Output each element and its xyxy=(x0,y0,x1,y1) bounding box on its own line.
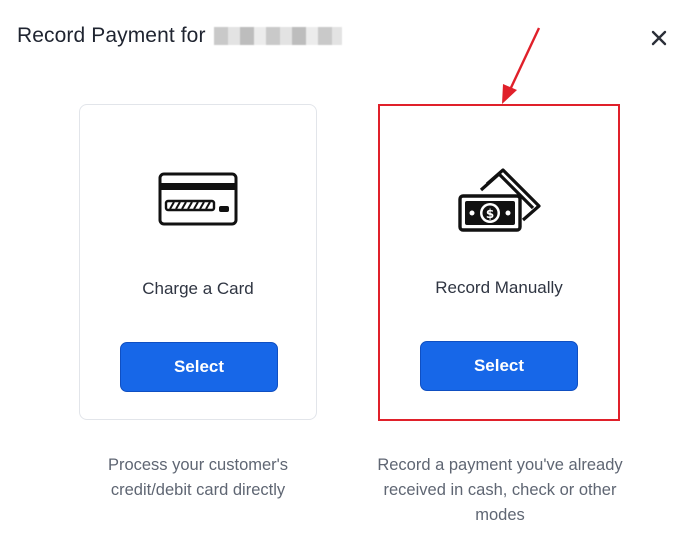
dialog-title: Record Payment for xyxy=(17,24,342,48)
annotation-arrow xyxy=(502,27,541,104)
charge-card-select-button[interactable]: Select xyxy=(120,342,278,392)
record-manually-label: Record Manually xyxy=(435,278,563,297)
credit-card-icon xyxy=(158,171,238,232)
charge-card-option[interactable]: Charge a Card Select xyxy=(79,104,317,420)
charge-card-description: Process your customer's credit/debit car… xyxy=(107,456,289,499)
record-manually-select-button[interactable]: Select xyxy=(420,341,578,391)
dialog-title-text: Record Payment for xyxy=(17,24,206,47)
redacted-customer-name xyxy=(213,27,342,45)
svg-text:$: $ xyxy=(486,207,494,221)
charge-card-label: Charge a Card xyxy=(142,279,254,298)
close-button[interactable] xyxy=(648,27,670,49)
record-manually-option[interactable]: $ Record Manually Select xyxy=(380,104,618,420)
close-icon xyxy=(651,30,667,46)
record-manually-description: Record a payment you've already received… xyxy=(377,456,623,524)
cash-icon: $ xyxy=(457,166,541,241)
